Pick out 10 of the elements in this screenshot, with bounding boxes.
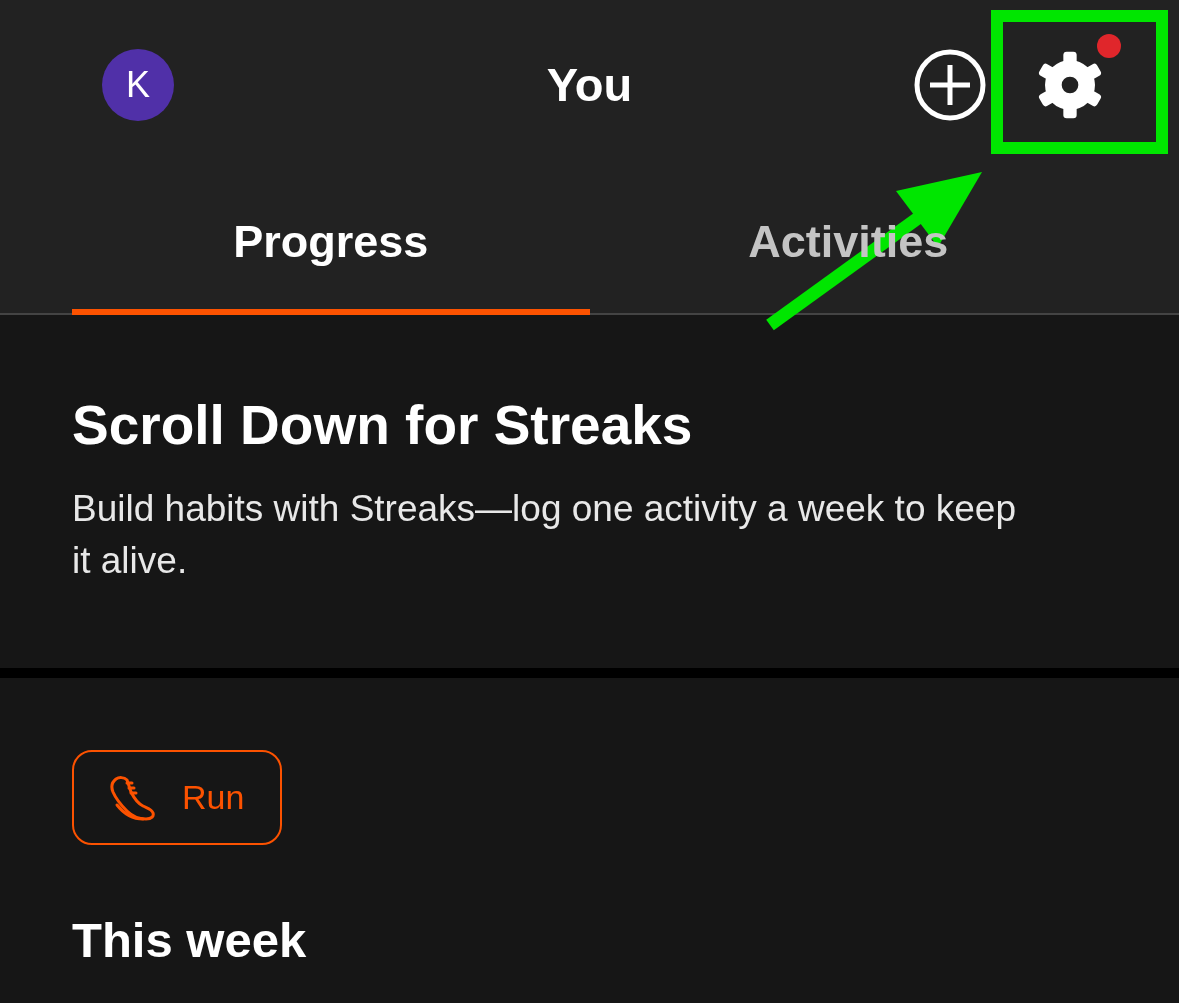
banner-text: Build habits with Streaks—log one activity a week to keep it alive. [72, 487, 1017, 583]
add-icon [914, 49, 986, 121]
tab[interactable]: Progress [72, 170, 590, 315]
banner-title: Scroll Down for Streaks [72, 395, 694, 455]
shoe-icon [108, 773, 156, 822]
add-button[interactable] [914, 49, 986, 121]
page-title: You [546, 56, 633, 113]
avatar[interactable]: K [102, 49, 174, 121]
section-title: This week [72, 912, 308, 968]
sport-selector[interactable]: Run [72, 750, 283, 845]
